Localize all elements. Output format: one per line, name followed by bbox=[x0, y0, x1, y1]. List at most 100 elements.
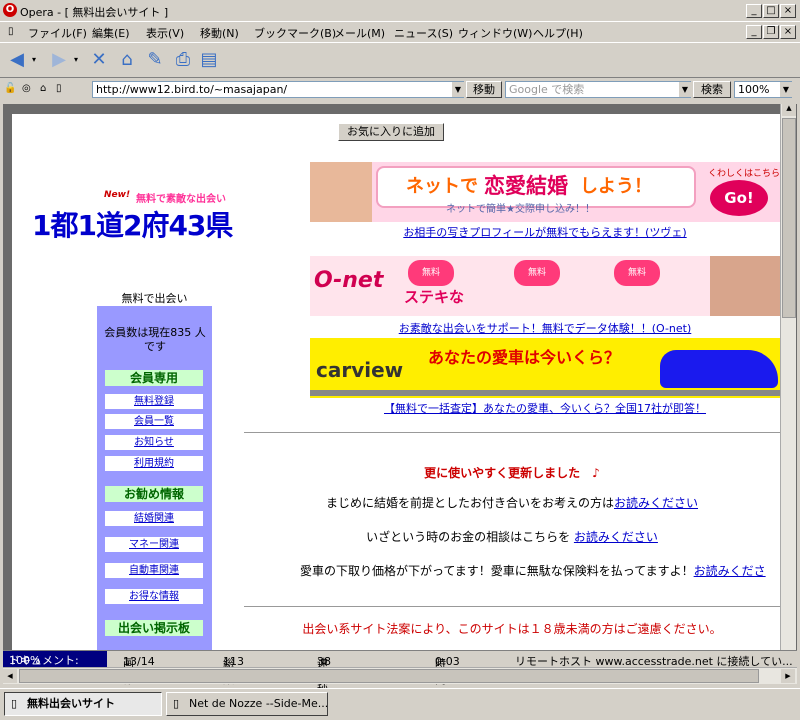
menu-edit[interactable]: 編集(E) bbox=[92, 25, 130, 41]
page-tab-bar: ▯ 無料出会いサイト ▯ Net de Nozze --Side-Me... bbox=[0, 688, 800, 720]
opera-logo-icon: O bbox=[3, 3, 17, 17]
zoom-dropdown-icon[interactable]: ▼ bbox=[780, 82, 792, 97]
side-link-register[interactable]: 無料登録 bbox=[105, 394, 203, 409]
side-link-terms[interactable]: 利用規約 bbox=[105, 456, 203, 471]
banner1-badge: くわしくはこちら bbox=[708, 169, 780, 179]
scroll-thumb[interactable] bbox=[782, 118, 796, 318]
address-bar: 🔓 ◎ ⌂ ▯ http://www12.bird.to/~masajapan/… bbox=[0, 78, 800, 102]
doc-minimize-button[interactable]: _ bbox=[746, 25, 762, 39]
logo-tagline: 無料で素敵な出会い bbox=[136, 194, 226, 205]
banner3-text: あなたの愛車は今いくら？ bbox=[428, 348, 621, 367]
banner1-go-button[interactable]: Go! bbox=[710, 180, 768, 216]
forward-icon[interactable]: ▶ bbox=[48, 49, 70, 71]
new-page-icon[interactable]: ▤ bbox=[198, 49, 220, 71]
title-bar: O Opera - [ 無料出会いサイト ] _ □ × bbox=[0, 0, 800, 22]
banner2-heart-3: 無料 bbox=[614, 260, 660, 286]
side-link-money[interactable]: マネー関連 bbox=[105, 537, 203, 552]
side-head-members: 会員専用 bbox=[105, 370, 203, 386]
horizontal-scrollbar[interactable]: ◀ ▶ bbox=[3, 667, 797, 684]
back-history-icon[interactable]: ▾ bbox=[32, 55, 36, 64]
menu-file[interactable]: ファイル(F) bbox=[28, 25, 87, 41]
url-input[interactable]: http://www12.bird.to/~masajapan/ bbox=[92, 81, 464, 98]
tab-dating-site[interactable]: ▯ 無料出会いサイト bbox=[4, 692, 162, 716]
search-engine-dropdown-icon[interactable]: ▼ bbox=[679, 82, 691, 97]
forward-history-icon[interactable]: ▾ bbox=[74, 55, 78, 64]
site-logo: 1都1道2府43県 bbox=[32, 209, 233, 242]
side-link-news[interactable]: お知らせ bbox=[105, 435, 203, 450]
hscroll-thumb[interactable] bbox=[19, 669, 759, 683]
banner1-caption-link[interactable]: お相手の写きプロフィールが無料でもらえます！(ツヴェ) bbox=[310, 224, 780, 240]
new-badge: New! bbox=[104, 190, 131, 200]
banner2-caption-link[interactable]: お素敵な出会いをサポート！無料でデータ体験！！(O-net) bbox=[310, 320, 780, 336]
info-line-money: いざという時のお金の相談はこちらを お読みください bbox=[366, 530, 658, 544]
status-doc: ドキュメント: 100% bbox=[3, 651, 107, 667]
banner3-caption-link[interactable]: 【無料で一括査定】あなたの愛車、今いくら？全国17社が即答！ bbox=[310, 400, 780, 416]
member-count: 会員数は現在835 人です bbox=[104, 326, 206, 353]
banner-carview[interactable]: carview あなたの愛車は今いくら？ bbox=[310, 338, 780, 398]
banner2-text: ステキな bbox=[404, 288, 465, 306]
scroll-left-icon[interactable]: ◀ bbox=[3, 669, 17, 683]
read-link-money[interactable]: お読みください bbox=[574, 530, 658, 544]
search-button[interactable]: 検索 bbox=[693, 81, 731, 98]
divider bbox=[244, 606, 780, 607]
minimize-button[interactable]: _ bbox=[746, 4, 762, 18]
read-link-marriage[interactable]: お読みください bbox=[614, 496, 698, 510]
side-title: 無料で出会い bbox=[121, 292, 188, 305]
web-page: お気に入りに追加 New! 無料で素敵な出会い 1都1道2府43県 無料で出会い… bbox=[12, 114, 780, 650]
age-warning: 出会い系サイト法案により、このサイトは１８歳未満の方はご遠慮ください。 bbox=[302, 622, 722, 636]
print-icon[interactable]: ⎙ bbox=[172, 49, 194, 71]
hotlist-icon[interactable]: ✎ bbox=[144, 49, 166, 71]
page-icon: ▯ bbox=[11, 697, 18, 710]
menu-help[interactable]: ヘルプ(H) bbox=[533, 25, 583, 41]
go-button[interactable]: 移動 bbox=[466, 81, 502, 98]
side-link-marriage[interactable]: 結婚関連 bbox=[105, 511, 203, 526]
banner1-sub: ネットで簡単★交際申し込み！！ bbox=[446, 204, 595, 215]
page-icon: ▯ bbox=[173, 697, 180, 710]
scroll-up-icon[interactable]: ▲ bbox=[782, 104, 796, 116]
security-icon: 🔓 bbox=[4, 83, 17, 94]
url-dropdown-icon[interactable]: ▼ bbox=[452, 82, 464, 97]
page-info-icon[interactable]: ▯ bbox=[56, 83, 62, 94]
side-link-deals[interactable]: お得な情報 bbox=[105, 589, 203, 604]
vertical-scrollbar[interactable]: ▲ bbox=[780, 104, 796, 650]
banner2-heart-2: 無料 bbox=[514, 260, 560, 286]
nav-toolbar: ◀ ▾ ▶ ▾ ✕ ⌂ ✎ ⎙ ▤ bbox=[0, 42, 800, 78]
tab-net-de-nozze[interactable]: ▯ Net de Nozze --Side-Me... bbox=[166, 692, 328, 716]
back-icon[interactable]: ◀ bbox=[6, 49, 28, 71]
info-line-marriage: まじめに結婚を前提としたお付き合いをお考えの方はお読みください bbox=[325, 496, 699, 510]
side-link-members[interactable]: 会員一覧 bbox=[105, 414, 203, 429]
window-title: Opera - [ 無料出会いサイト ] bbox=[20, 6, 169, 19]
side-head-recommend: お勧め情報 bbox=[105, 486, 203, 502]
menu-bookmarks[interactable]: ブックマーク(B) bbox=[254, 25, 336, 41]
banner-onet[interactable]: O-net ステキな 無料 無料 無料 bbox=[310, 256, 780, 316]
add-favorite-button[interactable]: お気に入りに追加 bbox=[338, 123, 444, 141]
update-notice: 更に使いやすく更新しました ♪ bbox=[424, 466, 600, 480]
menu-view[interactable]: 表示(V) bbox=[146, 25, 184, 41]
doc-close-button[interactable]: × bbox=[780, 25, 796, 39]
info-line-car: 愛車の下取り価格が下がってます！愛車に無駄な保険料を払ってますよ！お読みくださ bbox=[300, 564, 766, 578]
doc-restore-button[interactable]: ❐ bbox=[763, 25, 779, 39]
banner-marriage[interactable]: ネットで 恋愛結婚 しよう！ ネットで簡単★交際申し込み！！ くわしくはこちら … bbox=[310, 162, 780, 222]
banner1-end: しよう！ bbox=[580, 176, 652, 197]
read-link-car[interactable]: お読みくださ bbox=[694, 564, 766, 578]
banner2-logo: O-net bbox=[314, 268, 384, 293]
scroll-right-icon[interactable]: ▶ bbox=[781, 669, 795, 683]
menu-news[interactable]: ニュース(S) bbox=[394, 25, 453, 41]
menu-window[interactable]: ウィンドウ(W) bbox=[458, 25, 532, 41]
banner2-woman-photo bbox=[710, 256, 780, 316]
stop-icon[interactable]: ✕ bbox=[88, 49, 110, 71]
side-link-car[interactable]: 自動車関連 bbox=[105, 563, 203, 578]
search-input[interactable]: Google で検索 bbox=[505, 81, 691, 98]
side-head-board: 出会い掲示板 bbox=[105, 620, 203, 636]
reload-icon[interactable]: ⌂ bbox=[40, 83, 46, 94]
menu-mail[interactable]: メール(M) bbox=[334, 25, 385, 41]
maximize-button[interactable]: □ bbox=[763, 4, 779, 18]
divider bbox=[244, 432, 780, 433]
banner1-main: 恋愛結婚 bbox=[484, 174, 568, 198]
status-bar: ドキュメント: 100% 画像: 13/14 総数: 113 KB 速度: 38… bbox=[3, 650, 797, 696]
menu-navigate[interactable]: 移動(N) bbox=[200, 25, 239, 41]
cookie-icon[interactable]: ◎ bbox=[22, 83, 31, 94]
close-button[interactable]: × bbox=[780, 4, 796, 18]
home-icon[interactable]: ⌂ bbox=[116, 49, 138, 71]
car-icon bbox=[660, 350, 778, 388]
